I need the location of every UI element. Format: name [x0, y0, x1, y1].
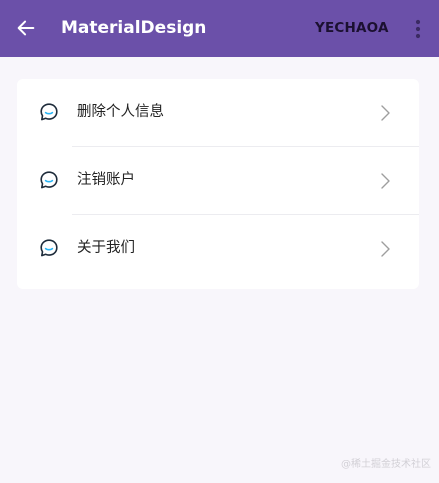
chat-bubble-icon	[40, 239, 58, 257]
list-item-delete-personal-info[interactable]: 删除个人信息	[17, 79, 419, 146]
chat-bubble-icon	[40, 171, 58, 189]
chevron-right-icon	[381, 105, 390, 121]
arrow-left-icon	[17, 20, 35, 36]
chevron-right-icon	[381, 173, 390, 189]
list-item-deactivate-account[interactable]: 注销账户	[17, 147, 419, 214]
watermark: @稀土掘金技术社区	[341, 459, 431, 470]
list-item-label: 注销账户	[77, 172, 135, 188]
settings-card: 删除个人信息 注销账户 关于我们	[17, 79, 419, 289]
chat-bubble-icon	[40, 103, 58, 121]
page-title: MaterialDesign	[61, 18, 207, 38]
overflow-menu-button[interactable]	[404, 15, 432, 43]
app-bar: MaterialDesign YECHAOA	[0, 0, 439, 57]
more-vert-icon	[415, 19, 421, 39]
chevron-right-icon	[381, 241, 390, 257]
list-item-label: 删除个人信息	[77, 104, 164, 120]
back-button[interactable]	[10, 12, 42, 44]
list-item-label: 关于我们	[77, 240, 135, 256]
list-item-about-us[interactable]: 关于我们	[17, 215, 419, 282]
user-action-button[interactable]: YECHAOA	[315, 18, 389, 38]
